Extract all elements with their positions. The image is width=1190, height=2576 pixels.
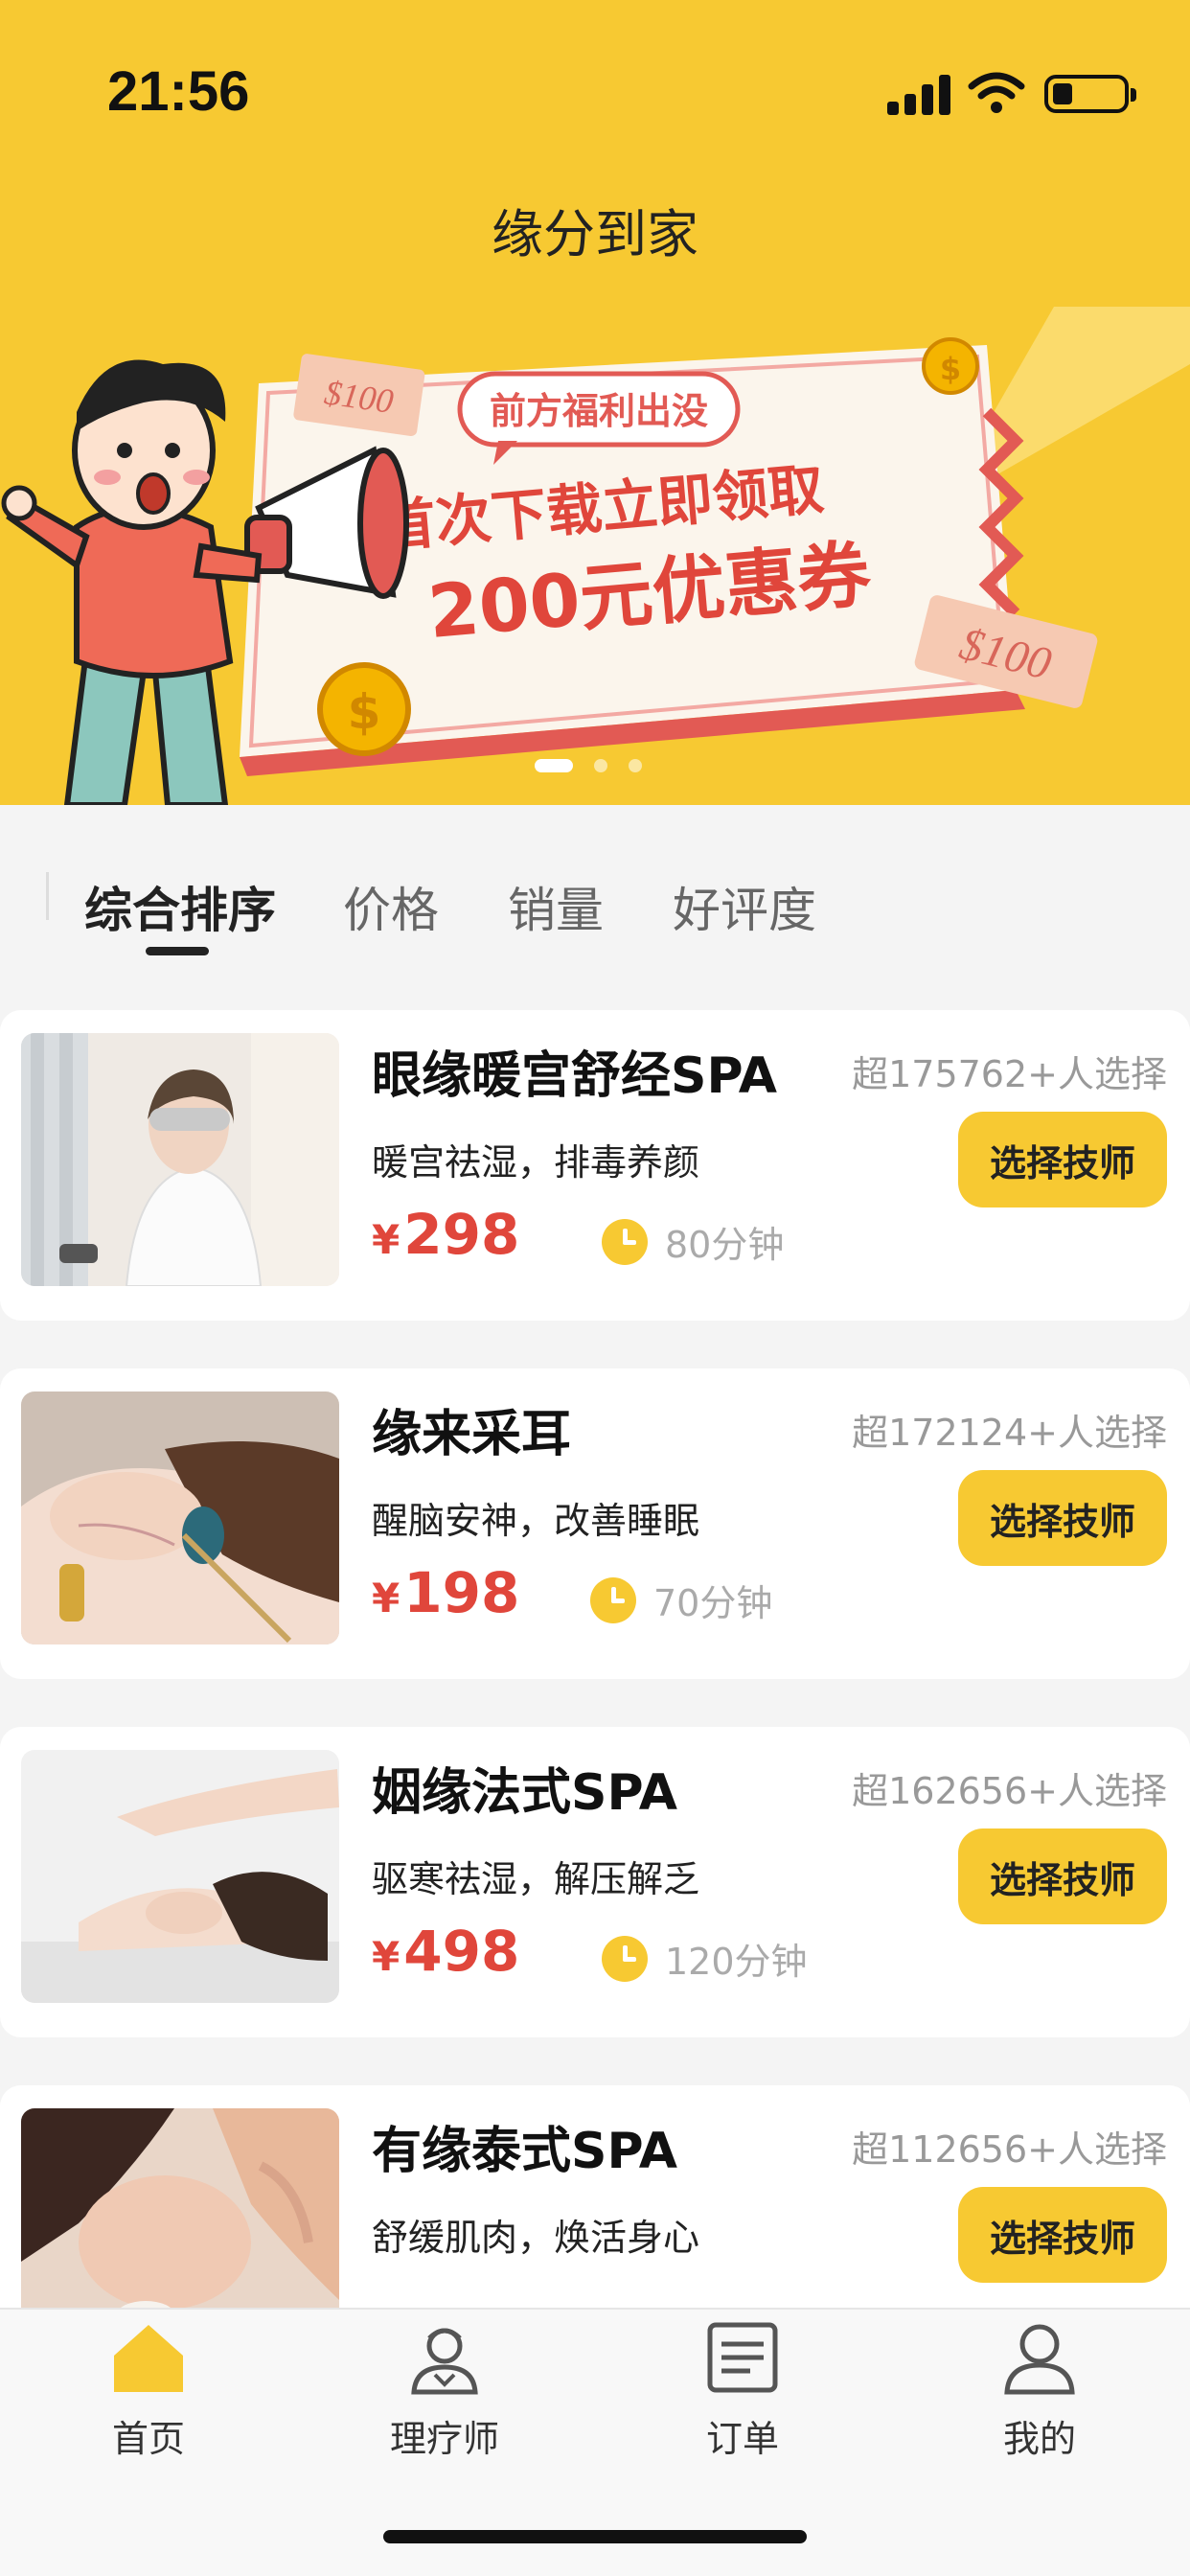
- banner-dot[interactable]: [629, 759, 642, 772]
- service-card[interactable]: 姻缘法式SPA 超162656+人选择 驱寒祛湿，解压解乏 ¥498 120分钟…: [0, 1727, 1190, 2037]
- service-title: 姻缘法式SPA: [372, 1764, 678, 1822]
- currency-symbol: ¥: [372, 1575, 400, 1622]
- currency-symbol: ¥: [372, 1216, 400, 1263]
- service-image[interactable]: [21, 1033, 339, 1286]
- tab-orders[interactable]: 订单: [647, 2310, 838, 2492]
- service-title: 缘来采耳: [372, 1406, 572, 1463]
- sort-tab-sales[interactable]: 销量: [508, 872, 604, 941]
- service-price: ¥198: [372, 1560, 519, 1625]
- service-sold-count: 超112656+人选择: [852, 2128, 1167, 2171]
- service-image[interactable]: [21, 1750, 339, 2003]
- banner-bubble-text: 前方福利出没: [490, 390, 708, 432]
- service-title: 眼缘暖宫舒经SPA: [372, 1047, 778, 1105]
- divider: [46, 872, 49, 920]
- tab-label: 我的: [1002, 2418, 1076, 2460]
- banner-dot-active[interactable]: [535, 759, 573, 772]
- svg-text:$: $: [940, 351, 961, 387]
- signal-icon: [887, 75, 950, 115]
- select-technician-button[interactable]: 选择技师: [958, 1112, 1167, 1208]
- cartoon-mascot: [1, 359, 263, 805]
- duration-value: 70分钟: [653, 1582, 773, 1624]
- home-indicator[interactable]: [383, 2530, 807, 2543]
- tab-label: 订单: [705, 2418, 779, 2460]
- service-description: 醒脑安神，改善睡眠: [372, 1500, 700, 1542]
- tab-profile[interactable]: 我的: [944, 2310, 1135, 2492]
- clock-icon: [602, 1935, 648, 1982]
- sort-tab-price[interactable]: 价格: [343, 872, 439, 941]
- tab-home[interactable]: 首页: [53, 2310, 244, 2492]
- service-description: 驱寒祛湿，解压解乏: [372, 1858, 700, 1900]
- clock-icon: [602, 1218, 648, 1265]
- service-price: ¥298: [372, 1202, 519, 1267]
- promo-banner[interactable]: $100 $100 前方福利出没 首次下载立即领取 200元优惠券 $ $: [0, 307, 1190, 805]
- profile-icon: [1004, 2324, 1075, 2395]
- banner-dot[interactable]: [594, 759, 607, 772]
- clock-icon: [590, 1576, 636, 1623]
- sort-tab-indicator: [146, 947, 209, 955]
- price-value: 498: [403, 1919, 520, 1984]
- home-icon: [114, 2325, 183, 2392]
- currency-symbol: ¥: [372, 1933, 400, 1980]
- tab-therapist[interactable]: 理疗师: [349, 2310, 540, 2492]
- status-time: 21:56: [107, 60, 250, 123]
- sort-tab-rating[interactable]: 好评度: [673, 872, 816, 941]
- price-value: 198: [403, 1560, 520, 1625]
- service-price: ¥498: [372, 1919, 519, 1984]
- service-image[interactable]: [21, 1392, 339, 1644]
- page-title: 缘分到家: [492, 204, 698, 264]
- select-technician-button[interactable]: 选择技师: [958, 2187, 1167, 2283]
- select-technician-button[interactable]: 选择技师: [958, 1470, 1167, 1566]
- service-sold-count: 超162656+人选择: [852, 1770, 1167, 1812]
- order-icon: [707, 2322, 778, 2393]
- tab-label: 首页: [111, 2418, 185, 2460]
- duration-value: 80分钟: [665, 1224, 785, 1266]
- coin-icon: $: [317, 662, 411, 756]
- svg-text:$: $: [348, 684, 381, 740]
- select-technician-button[interactable]: 选择技师: [958, 1828, 1167, 1924]
- status-bar: 21:56: [0, 0, 1190, 163]
- therapist-icon: [411, 2328, 478, 2395]
- service-duration: 70分钟: [590, 1574, 772, 1626]
- service-duration: 120分钟: [602, 1932, 808, 1985]
- service-title: 有缘泰式SPA: [372, 2123, 678, 2180]
- banner-pagination[interactable]: [535, 759, 642, 772]
- battery-icon: [1044, 75, 1136, 113]
- service-card[interactable]: 缘来采耳 超172124+人选择 醒脑安神，改善睡眠 ¥198 70分钟 选择技…: [0, 1368, 1190, 1679]
- sort-tab-comprehensive[interactable]: 综合排序: [84, 872, 276, 941]
- service-duration: 80分钟: [602, 1215, 784, 1268]
- tab-label: 理疗师: [389, 2418, 499, 2460]
- price-value: 298: [403, 1202, 520, 1267]
- header: 21:56 缘分到家 $100 $100 前方福利出没 首次下载立即领取 200…: [0, 0, 1190, 805]
- service-sold-count: 超172124+人选择: [852, 1412, 1167, 1454]
- duration-value: 120分钟: [665, 1941, 808, 1983]
- service-description: 暖宫祛湿，排毒养颜: [372, 1141, 700, 1184]
- wifi-icon: [968, 72, 1025, 113]
- service-sold-count: 超175762+人选择: [852, 1053, 1167, 1095]
- service-card[interactable]: 眼缘暖宫舒经SPA 超175762+人选择 暖宫祛湿，排毒养颜 ¥298 80分…: [0, 1010, 1190, 1321]
- service-description: 舒缓肌肉，焕活身心: [372, 2217, 700, 2259]
